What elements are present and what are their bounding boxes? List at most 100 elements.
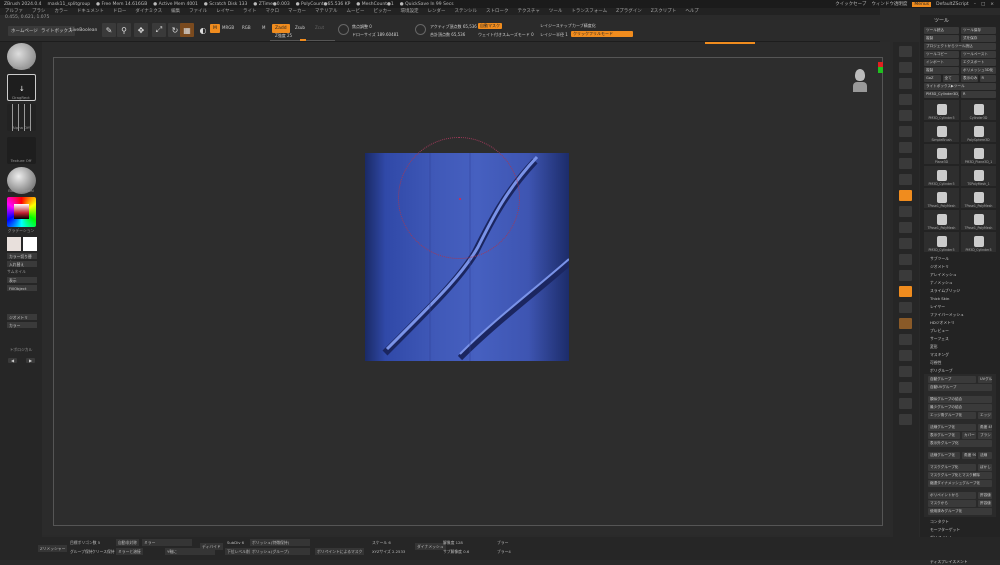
automask-button[interactable]: 自動マスク: [478, 23, 502, 29]
auto-symmetry-button[interactable]: 自動非対称: [116, 539, 139, 546]
geometry-button[interactable]: ジオメトリ: [7, 314, 37, 320]
subpalette-header[interactable]: サブツール: [920, 254, 1000, 262]
tool-button[interactable]: ポリメッシュ3D化: [961, 67, 996, 74]
shelf-tool-icon[interactable]: [899, 334, 912, 345]
transparency-button[interactable]: ウィンドウ透明度: [871, 1, 907, 7]
maximize-icon[interactable]: □: [981, 2, 985, 7]
blur-option[interactable]: ブラー4: [495, 548, 513, 555]
polygroup-button[interactable]: 使用済みグループ化: [928, 508, 992, 515]
shelf-tool-icon[interactable]: [899, 414, 912, 425]
tool-button[interactable]: GoZ: [924, 75, 941, 82]
shelf-tool-icon[interactable]: [899, 78, 912, 89]
subpalette-header[interactable]: コンタクト: [920, 517, 1000, 525]
polygroup-button[interactable]: 自動UVグループ: [928, 384, 992, 391]
tool-button[interactable]: 複製: [924, 35, 959, 42]
polygroup-button[interactable]: 法線グループ化: [928, 452, 960, 459]
draw-size-slider[interactable]: ドローサイズ 189.60481: [352, 32, 399, 38]
subpalette-header[interactable]: ジオメトリ: [920, 262, 1000, 270]
shelf-tool-icon[interactable]: [899, 46, 912, 57]
subpalette-header[interactable]: 可視性: [920, 358, 1000, 366]
focal-shift-slider[interactable]: 焦点調整 0: [352, 24, 372, 30]
subpalette-header[interactable]: プレビュー: [920, 326, 1000, 334]
solo-icon[interactable]: ◐: [196, 23, 210, 37]
menu-item[interactable]: 環境設定: [401, 8, 419, 15]
polygroup-button[interactable]: ブラシ: [978, 432, 992, 439]
tool-thumbnail[interactable]: Plane3D: [924, 144, 959, 164]
menu-item[interactable]: ツール: [549, 8, 563, 15]
tool-button[interactable]: 複製: [924, 67, 959, 74]
tool-button[interactable]: インポート: [924, 59, 959, 66]
menus-button[interactable]: Menus: [912, 1, 932, 7]
menu-item[interactable]: ムービー: [347, 8, 365, 15]
menu-item[interactable]: ファイル: [189, 8, 207, 15]
m2-button[interactable]: M: [262, 25, 265, 30]
script-button[interactable]: DefaultZScript: [936, 2, 969, 7]
tool-button[interactable]: プロジェクトからツール読込: [924, 43, 996, 50]
shelf-tool-icon[interactable]: [899, 190, 912, 201]
mask-polypaint-button[interactable]: ポリペイントによるマスク: [315, 548, 365, 555]
subpalette-header[interactable]: HDジオメトリ: [920, 318, 1000, 326]
secondary-color-swatch[interactable]: [23, 237, 37, 251]
tool-button[interactable]: ツールコピー: [924, 51, 959, 58]
shelf-tool-icon[interactable]: [899, 142, 912, 153]
polygroup-button[interactable]: 表示外グループ化: [928, 440, 992, 447]
tool-thumbnail[interactable]: TPose1_PolyMesh: [961, 210, 996, 230]
subres-slider[interactable]: サブ解像度 0.6: [441, 548, 471, 555]
shelf-tool-icon[interactable]: [899, 318, 912, 329]
divide-button[interactable]: ディバイド: [200, 543, 223, 550]
shelf-tool-icon[interactable]: [899, 62, 912, 73]
main-color-swatch[interactable]: [7, 237, 21, 251]
polygroup-button[interactable]: 縮退ダイナメッシュグループ化: [928, 480, 992, 487]
menu-item[interactable]: ドキュメント: [77, 8, 104, 15]
shelf-tool-icon[interactable]: [899, 302, 912, 313]
rgb-button[interactable]: RGB: [242, 25, 251, 30]
shelf-tool-icon[interactable]: [899, 382, 912, 393]
polygroup-button[interactable]: ぼかし: [978, 464, 992, 471]
tool-button[interactable]: 表示のみ: [961, 75, 978, 82]
home-button[interactable]: ホームページ: [8, 26, 41, 36]
zadd-button[interactable]: Zadd: [272, 24, 290, 33]
menu-item[interactable]: ストローク: [486, 8, 509, 15]
shelf-tool-icon[interactable]: [899, 206, 912, 217]
keep-creases-button[interactable]: クリース保持: [90, 548, 117, 555]
draw-icon[interactable]: ⚲: [117, 23, 131, 37]
z-intensity-slider[interactable]: Z強度 25: [275, 33, 292, 39]
click-mode-button[interactable]: クリックフリルモード: [571, 31, 633, 37]
subpalette-header[interactable]: Thick Skin: [920, 294, 1000, 302]
menu-item[interactable]: レンダー: [428, 8, 446, 15]
menu-item[interactable]: 編集: [171, 8, 180, 15]
shelf-tool-icon[interactable]: [899, 254, 912, 265]
dynamic-icon[interactable]: [415, 24, 426, 35]
polygroup-button[interactable]: 法線: [978, 452, 992, 459]
menu-item[interactable]: ダイナミクス: [135, 8, 162, 15]
polish-groups-button[interactable]: ポリッシュ(グループ): [250, 548, 310, 555]
quicksave-button[interactable]: クイックセーブ: [835, 1, 866, 7]
curve-button[interactable]: カーブ精度化: [572, 23, 596, 29]
tool-thumbnail[interactable]: PolySphere3D: [961, 122, 996, 142]
zremesher-button[interactable]: Zリメッシャー: [38, 545, 68, 552]
subpalette-header[interactable]: ナノメッシュ: [920, 278, 1000, 286]
mrgb-button[interactable]: MRGB: [222, 25, 234, 30]
polygroup-button[interactable]: UVグループ: [978, 376, 992, 383]
focal-icon[interactable]: [338, 24, 349, 35]
shelf-tool-icon[interactable]: [899, 126, 912, 137]
scale-icon[interactable]: ⤢: [152, 23, 166, 37]
prev-arrow-icon[interactable]: ◀: [8, 358, 18, 363]
shelf-tool-icon[interactable]: [899, 174, 912, 185]
subpalette-header[interactable]: サーフェス: [920, 334, 1000, 342]
tool-thumbnail[interactable]: TPose1_PolyMesh: [961, 188, 996, 208]
liveboolean-button[interactable]: LiveBoolean: [70, 28, 97, 33]
subpalette-header[interactable]: 変形: [920, 342, 1000, 350]
shelf-tool-icon[interactable]: [899, 94, 912, 105]
tool-thumbnail[interactable]: PM3D_Cylinder3: [961, 232, 996, 252]
polygroup-button[interactable]: ポリペイントから: [928, 492, 976, 499]
move-icon[interactable]: ✥: [134, 23, 148, 37]
polygroup-button[interactable]: 角度 45: [978, 424, 992, 431]
shelf-tool-icon[interactable]: [899, 270, 912, 281]
resolution-slider[interactable]: 解像度 128: [441, 539, 465, 546]
zsub-button[interactable]: Zsub: [295, 25, 305, 30]
polygroup-button[interactable]: 類似グループの結合: [928, 396, 992, 403]
scale-slider[interactable]: スケール 6: [370, 539, 393, 546]
tool-thumbnail[interactable]: PM3D_Plane3D_1: [961, 144, 996, 164]
menu-item[interactable]: ブラシ: [32, 8, 45, 15]
